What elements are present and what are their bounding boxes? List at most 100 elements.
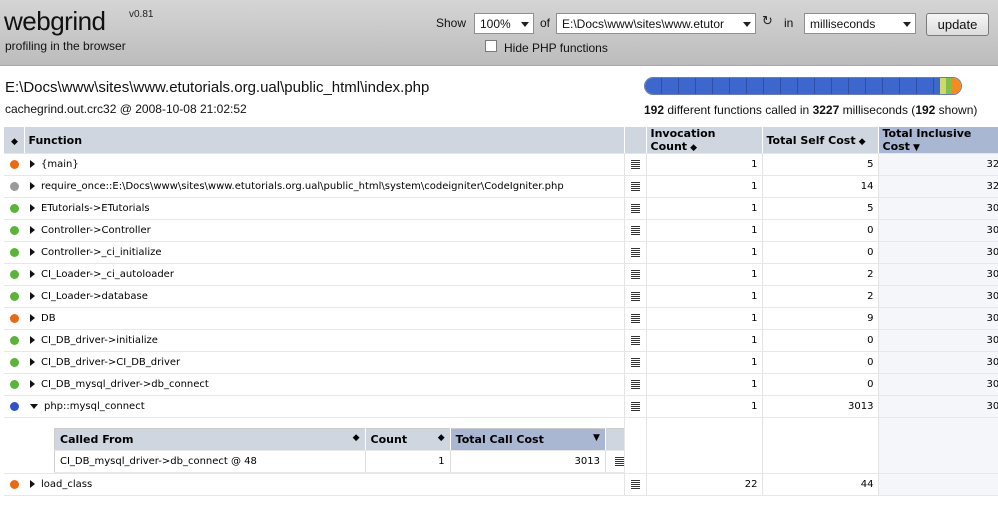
file-link-cell[interactable] xyxy=(623,153,647,176)
hide-php-checkbox[interactable] xyxy=(485,40,497,52)
table-row[interactable]: CI_Loader->_ci_autoloader 123045 xyxy=(4,263,998,286)
column-called-from[interactable]: Called From ◆ xyxy=(54,428,366,451)
function-cell[interactable]: load_class xyxy=(24,473,624,496)
file-link-cell[interactable] xyxy=(623,473,647,496)
chevron-right-icon[interactable] xyxy=(30,358,35,366)
bar-segment-main xyxy=(645,78,940,94)
chevron-right-icon[interactable] xyxy=(30,182,35,190)
called-from-row[interactable]: CI_DB_mysql_driver->db_connect @ 48 1 3013 xyxy=(54,450,624,473)
unit-select[interactable]: milliseconds xyxy=(804,13,916,34)
function-cell[interactable]: CI_DB_driver->initialize xyxy=(24,329,624,352)
document-icon[interactable] xyxy=(630,203,640,213)
column-invocation[interactable]: Invocation Count ◆ xyxy=(646,127,763,154)
status-dot xyxy=(4,329,24,352)
column-count[interactable]: Count ◆ xyxy=(365,428,451,451)
caller-name[interactable]: CI_DB_mysql_driver->db_connect @ 48 xyxy=(54,450,366,473)
function-name[interactable]: Controller->_ci_initialize xyxy=(41,247,162,258)
function-name[interactable]: load_class xyxy=(41,479,92,490)
table-row[interactable]: CI_DB_driver->CI_DB_driver 103015 xyxy=(4,351,998,374)
column-total-call-cost[interactable]: Total Call Cost ▼ xyxy=(450,428,606,451)
document-icon[interactable] xyxy=(630,479,640,489)
function-name[interactable]: CI_DB_driver->CI_DB_driver xyxy=(41,357,180,368)
chevron-right-icon[interactable] xyxy=(30,248,35,256)
function-name[interactable]: CI_DB_mysql_driver->db_connect xyxy=(41,379,209,390)
function-name[interactable]: {main} xyxy=(41,159,79,170)
table-row[interactable]: ETutorials->ETutorials 153076 xyxy=(4,197,998,220)
table-row[interactable]: CI_DB_driver->initialize 103015 xyxy=(4,329,998,352)
file-link-cell[interactable] xyxy=(623,373,647,396)
table-row[interactable]: Controller->Controller 103052 xyxy=(4,219,998,242)
function-cell[interactable]: CI_DB_driver->CI_DB_driver xyxy=(24,351,624,374)
chevron-down-icon[interactable] xyxy=(30,403,38,409)
file-link-cell[interactable] xyxy=(623,395,647,418)
table-row[interactable]: {main} 153227 xyxy=(4,153,998,176)
function-cell[interactable]: {main} xyxy=(24,153,624,176)
function-name[interactable]: ETutorials->ETutorials xyxy=(41,203,150,214)
file-link-cell[interactable] xyxy=(623,285,647,308)
chevron-right-icon[interactable] xyxy=(30,270,35,278)
table-row[interactable]: load_class 224486 xyxy=(4,473,998,496)
file-link-cell[interactable] xyxy=(623,197,647,220)
chevron-right-icon[interactable] xyxy=(30,292,35,300)
chevron-right-icon[interactable] xyxy=(30,380,35,388)
document-icon[interactable] xyxy=(630,225,640,235)
document-icon[interactable] xyxy=(630,357,640,367)
function-cell[interactable]: DB xyxy=(24,307,624,330)
file-link-cell[interactable] xyxy=(623,351,647,374)
document-icon[interactable] xyxy=(630,379,640,389)
column-function[interactable]: Function xyxy=(24,127,625,154)
file-link-cell[interactable] xyxy=(623,241,647,264)
table-row[interactable]: Controller->_ci_initialize 103051 xyxy=(4,241,998,264)
percent-select[interactable]: 100% xyxy=(474,13,534,34)
function-cell[interactable]: CI_Loader->database xyxy=(24,285,624,308)
document-icon[interactable] xyxy=(630,159,640,169)
document-icon[interactable] xyxy=(630,401,640,411)
function-name[interactable]: CI_DB_driver->initialize xyxy=(41,335,158,346)
function-name[interactable]: CI_Loader->database xyxy=(41,291,148,302)
function-cell[interactable]: Controller->Controller xyxy=(24,219,624,242)
function-name[interactable]: CI_Loader->_ci_autoloader xyxy=(41,269,174,280)
table-row[interactable]: CI_DB_mysql_driver->db_connect 103014 xyxy=(4,373,998,396)
chevron-right-icon[interactable] xyxy=(30,160,35,168)
chevron-right-icon[interactable] xyxy=(30,226,35,234)
file-link-cell[interactable] xyxy=(623,329,647,352)
chevron-right-icon[interactable] xyxy=(30,336,35,344)
file-link-cell[interactable] xyxy=(623,175,647,198)
chevron-right-icon[interactable] xyxy=(30,480,35,488)
column-self-cost[interactable]: Total Self Cost ◆ xyxy=(762,127,879,154)
document-icon[interactable] xyxy=(614,456,624,466)
table-row[interactable]: require_once::E:\Docs\www\sites\www.etut… xyxy=(4,175,998,198)
column-inclusive-cost[interactable]: Total Inclusive Cost ▼ xyxy=(878,127,998,154)
chevron-right-icon[interactable] xyxy=(30,314,35,322)
function-cell[interactable]: Controller->_ci_initialize xyxy=(24,241,624,264)
function-cell[interactable]: ETutorials->ETutorials xyxy=(24,197,624,220)
chevron-right-icon[interactable] xyxy=(30,204,35,212)
document-icon[interactable] xyxy=(630,269,640,279)
file-select[interactable]: E:\Docs\www\sites\www.etutor xyxy=(556,13,756,34)
file-link-cell[interactable] xyxy=(605,450,624,473)
table-row[interactable]: CI_Loader->database 123026 xyxy=(4,285,998,308)
function-cell[interactable]: require_once::E:\Docs\www\sites\www.etut… xyxy=(24,175,624,198)
document-icon[interactable] xyxy=(630,313,640,323)
function-name[interactable]: DB xyxy=(41,313,56,324)
document-icon[interactable] xyxy=(630,247,640,257)
document-icon[interactable] xyxy=(630,291,640,301)
function-cell[interactable]: CI_DB_mysql_driver->db_connect xyxy=(24,373,624,396)
file-link-cell[interactable] xyxy=(623,307,647,330)
table-row[interactable]: php::mysql_connect130133013 xyxy=(4,395,998,418)
file-link-cell[interactable] xyxy=(623,219,647,242)
function-cell[interactable]: php::mysql_connect xyxy=(24,395,624,418)
function-name[interactable]: Controller->Controller xyxy=(41,225,151,236)
hide-php-label[interactable]: Hide PHP functions xyxy=(504,41,608,55)
function-cell[interactable]: CI_Loader->_ci_autoloader xyxy=(24,263,624,286)
function-name[interactable]: php::mysql_connect xyxy=(44,401,145,412)
refresh-icon[interactable]: ↻ xyxy=(762,14,773,29)
document-icon[interactable] xyxy=(630,181,640,191)
sort-column-header[interactable]: ◆ xyxy=(4,127,25,154)
table-row[interactable]: DB 193024 xyxy=(4,307,998,330)
self-cost: 2 xyxy=(762,263,879,286)
file-link-cell[interactable] xyxy=(623,263,647,286)
update-button[interactable]: update xyxy=(926,13,989,36)
function-name[interactable]: require_once::E:\Docs\www\sites\www.etut… xyxy=(41,181,564,192)
document-icon[interactable] xyxy=(630,335,640,345)
